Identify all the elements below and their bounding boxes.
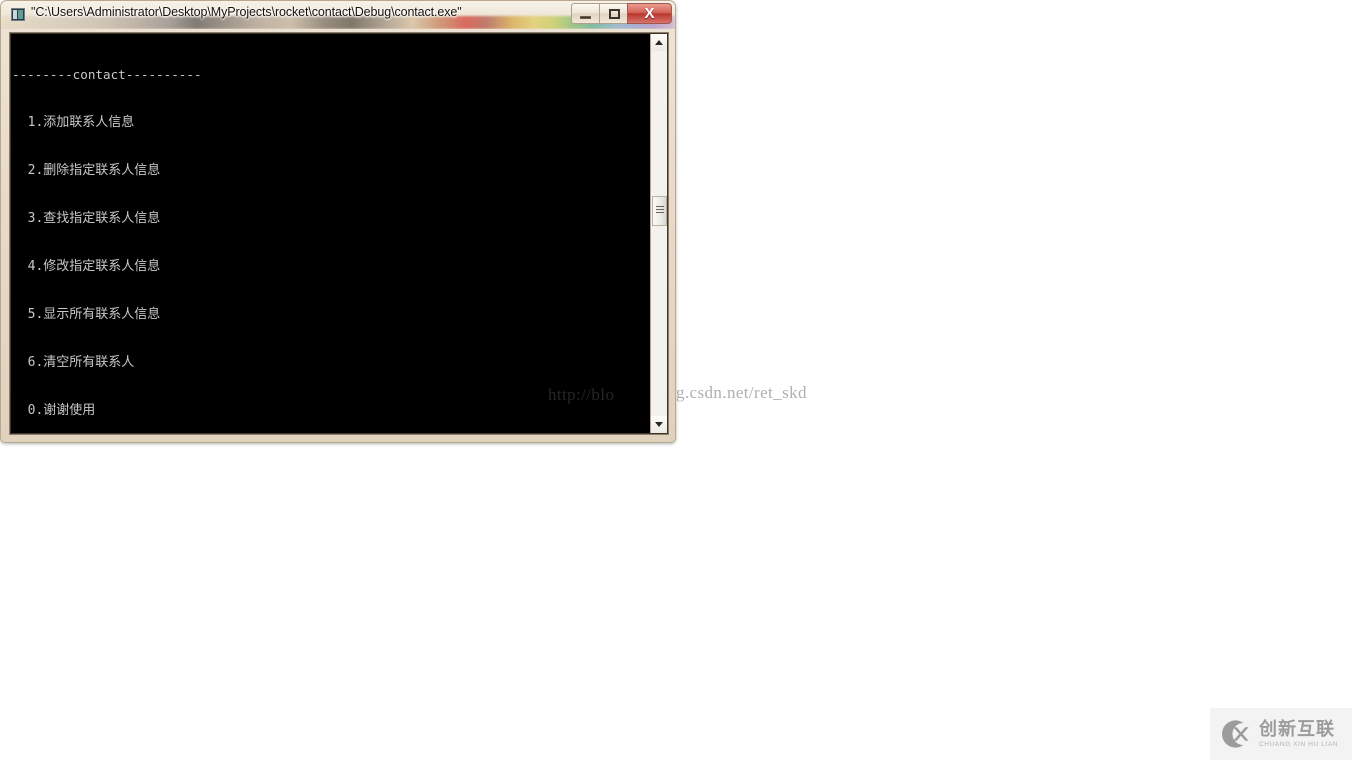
blog-watermark-console: http://blo (548, 385, 615, 404)
scrollbar-up-button[interactable] (651, 34, 667, 51)
chevron-up-icon (655, 40, 663, 45)
window-titlebar[interactable]: "C:\Users\Administrator\Desktop\MyProjec… (1, 1, 675, 29)
brand-logo-en: CHUANG XIN HU LIAN (1259, 741, 1339, 748)
window-title: "C:\Users\Administrator\Desktop\MyProjec… (31, 5, 462, 19)
console-scrollbar[interactable] (650, 34, 667, 433)
blog-watermark-desktop: g.csdn.net/ret_skd (676, 383, 807, 402)
console-window[interactable]: "C:\Users\Administrator\Desktop\MyProjec… (0, 0, 676, 443)
close-button[interactable]: X (627, 3, 672, 24)
console-client-area[interactable]: --------contact---------- 1.添加联系人信息 2.删除… (9, 32, 669, 435)
console-output: --------contact---------- 1.添加联系人信息 2.删除… (12, 35, 652, 434)
close-icon: X (644, 5, 655, 22)
window-controls: X (571, 3, 672, 24)
menu-item-0: 0.谢谢使用 (12, 403, 96, 418)
brand-mark-icon (1221, 720, 1249, 748)
menu-item-3: 3.查找指定联系人信息 (12, 211, 161, 226)
brand-logo-watermark: 创新互联 CHUANG XIN HU LIAN (1210, 708, 1352, 760)
minimize-icon (580, 16, 591, 19)
menu-item-5: 5.显示所有联系人信息 (12, 307, 161, 322)
separator-line: --------contact---------- (12, 67, 202, 82)
maximize-button[interactable] (599, 3, 627, 24)
scrollbar-down-button[interactable] (651, 416, 667, 433)
maximize-icon (609, 9, 620, 19)
brand-logo-text-block: 创新互联 CHUANG XIN HU LIAN (1259, 720, 1338, 748)
grip-icon (656, 206, 664, 207)
scrollbar-thumb[interactable] (652, 196, 667, 226)
menu-item-4: 4.修改指定联系人信息 (12, 259, 161, 274)
menu-item-1: 1.添加联系人信息 (12, 115, 135, 130)
menu-item-2: 2.删除指定联系人信息 (12, 163, 161, 178)
console-app-icon (11, 8, 25, 21)
menu-item-6: 6.清空所有联系人 (12, 355, 135, 370)
chevron-down-icon (655, 422, 663, 427)
brand-logo-cn: 创新互联 (1259, 719, 1335, 740)
minimize-button[interactable] (571, 3, 599, 24)
screen-root: "C:\Users\Administrator\Desktop\MyProjec… (0, 0, 1360, 768)
